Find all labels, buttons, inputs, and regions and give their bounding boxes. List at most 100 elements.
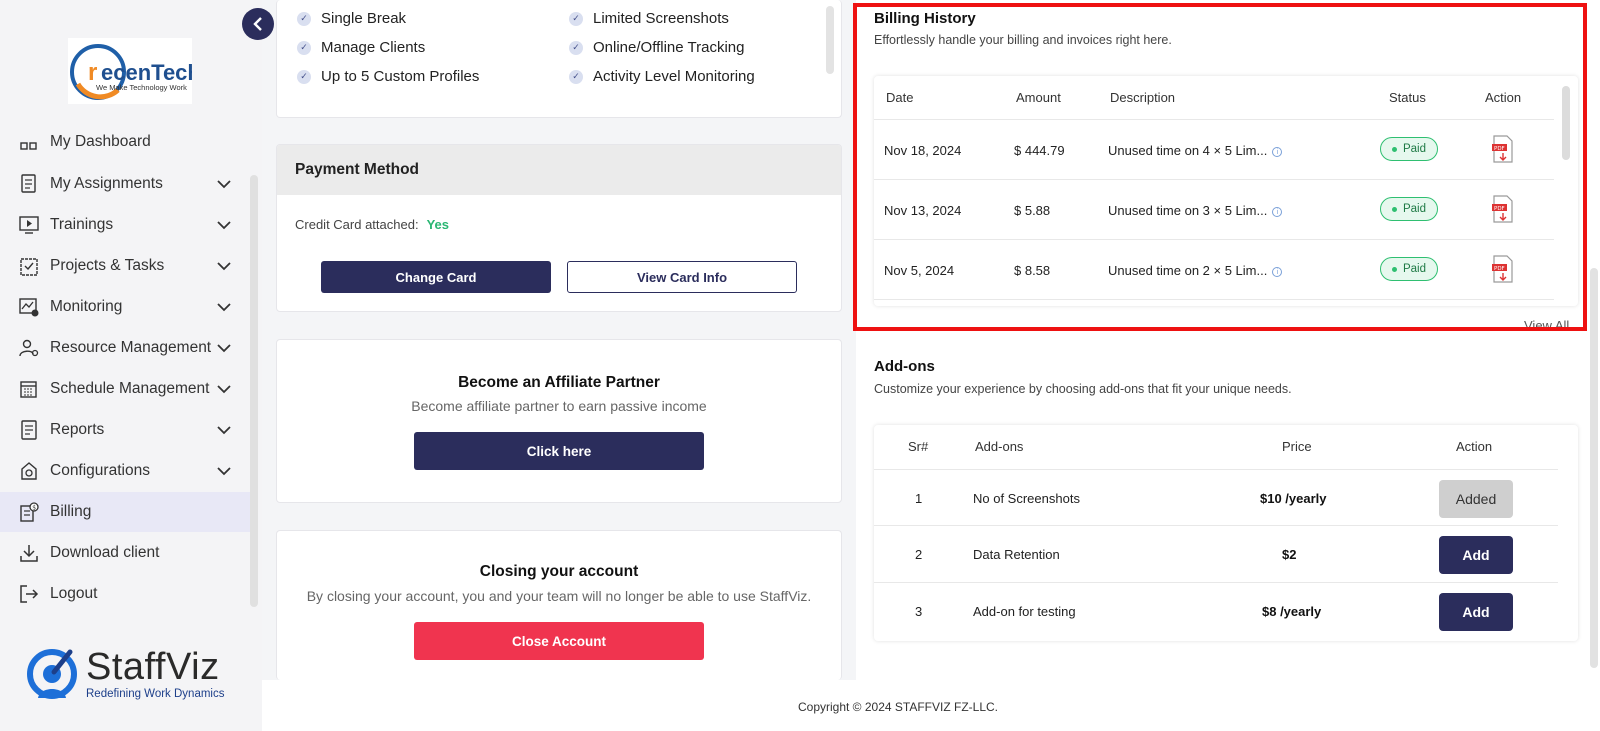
page-scrollbar[interactable] — [1590, 268, 1598, 668]
check-icon: ✓ — [297, 11, 311, 26]
column-header: Add-ons — [975, 439, 1024, 454]
billing-table-scrollbar[interactable] — [1562, 86, 1570, 160]
billing-history-subtitle: Effortlessly handle your billing and inv… — [874, 33, 1172, 47]
svg-text:r: r — [88, 59, 97, 86]
feature-item: ✓ Activity Level Monitoring — [569, 68, 755, 85]
cc-value: Yes — [426, 217, 449, 232]
billing-date: Nov 5, 2024 — [884, 263, 955, 278]
billing-description: Unused time on 4 × 5 Lim... i — [1108, 143, 1283, 158]
sidebar-item-reports[interactable]: Reports — [0, 410, 250, 450]
chevron-down-icon — [214, 302, 234, 312]
check-icon: ✓ — [297, 69, 311, 84]
view-card-info-button[interactable]: View Card Info — [567, 261, 797, 293]
config-icon — [18, 460, 40, 482]
info-icon[interactable]: i — [1272, 206, 1283, 217]
addon-price: $10 /yearly — [1260, 491, 1327, 506]
addons-subtitle: Customize your experience by choosing ad… — [874, 382, 1292, 396]
addon-sr: 3 — [915, 604, 923, 619]
svg-text:PDF: PDF — [1494, 206, 1505, 212]
billing-history-title: Billing History — [874, 10, 976, 27]
affiliate-title: Become an Affiliate Partner — [458, 374, 660, 391]
info-icon[interactable]: i — [1272, 146, 1283, 157]
right-panel: Billing History Effortlessly handle your… — [856, 0, 1600, 680]
logout-icon — [18, 583, 40, 605]
credit-card-status: Credit Card attached: Yes — [295, 217, 449, 232]
copyright-text: Copyright © 2024 STAFFVIZ FZ-LLC. — [797, 700, 998, 714]
info-icon[interactable]: i — [1272, 266, 1283, 277]
pdf-download-icon[interactable]: PDF — [1491, 135, 1515, 163]
sidebar-item-label: Monitoring — [50, 298, 123, 315]
sidebar-item-billing[interactable]: $ Billing — [0, 492, 250, 532]
chevron-down-icon — [214, 220, 234, 230]
sidebar-item-download-client[interactable]: Download client — [0, 533, 250, 573]
addons-title: Add-ons — [874, 358, 935, 375]
staffviz-brand-name: StaffViz — [86, 646, 220, 688]
sidebar-item-projects-tasks[interactable]: Projects & Tasks — [0, 246, 250, 286]
billing-description: Unused time on 3 × 5 Lim... i — [1108, 203, 1283, 218]
sidebar-item-my-assignments[interactable]: My Assignments — [0, 164, 250, 204]
description-text: Unused time on 4 × 5 Lim... — [1108, 143, 1268, 158]
sidebar-item-logout[interactable]: Logout — [0, 574, 250, 614]
sidebar-item-label: My Assignments — [50, 175, 163, 192]
sidebar-item-label: My Dashboard — [50, 133, 151, 150]
close-account-button[interactable]: Close Account — [414, 622, 704, 660]
status-text: Paid — [1402, 263, 1427, 275]
sidebar-item-trainings[interactable]: Trainings — [0, 205, 250, 245]
status-dot — [1391, 146, 1397, 152]
affiliate-click-here-button[interactable]: Click here — [414, 432, 704, 470]
check-icon: ✓ — [569, 69, 583, 84]
sidebar-scrollbar[interactable] — [250, 175, 258, 607]
pdf-download-icon[interactable]: PDF — [1491, 255, 1515, 283]
billing-history-table: Date Amount Description Status Action No… — [874, 76, 1578, 306]
feature-label: Single Break — [321, 10, 407, 27]
clipboard-icon — [18, 255, 40, 277]
column-header: Action — [1456, 439, 1493, 454]
column-header: Sr# — [908, 439, 929, 454]
change-card-button[interactable]: Change Card — [321, 261, 551, 293]
payment-method-card: Payment Method Credit Card attached: Yes … — [276, 144, 842, 312]
pdf-download-icon[interactable]: PDF — [1491, 195, 1515, 223]
sidebar-item-configurations[interactable]: Configurations — [0, 451, 250, 491]
feature-label: Manage Clients — [321, 39, 426, 56]
status-badge: Paid — [1380, 197, 1438, 221]
feature-label: Up to 5 Custom Profiles — [321, 68, 480, 85]
feature-item: ✓ Manage Clients — [297, 39, 425, 56]
cc-label: Credit Card attached: — [295, 217, 419, 232]
svg-text:We Make Technology Work: We Make Technology Work — [96, 83, 187, 92]
download-icon — [18, 542, 40, 564]
sidebar-item-monitoring[interactable]: Monitoring — [0, 287, 250, 327]
assignments-icon — [18, 173, 40, 195]
addon-add-button[interactable]: Add — [1439, 593, 1513, 631]
sidebar-item-label: Trainings — [50, 216, 114, 233]
status-badge: Paid — [1380, 137, 1438, 161]
features-scrollbar[interactable] — [826, 6, 834, 74]
billing-amount: $ 444.79 — [1014, 143, 1065, 158]
column-header: Description — [1110, 90, 1176, 105]
billing-amount: $ 5.88 — [1014, 203, 1051, 218]
sidebar-item-schedule-management[interactable]: Schedule Management — [0, 369, 250, 409]
staffviz-tagline: Redefining Work Dynamics — [86, 688, 225, 700]
plan-features-card: ✓ Single Break ✓ Manage Clients ✓ Up to 5 C… — [276, 0, 842, 118]
closing-subtitle: By closing your account, you and your te… — [306, 588, 812, 604]
sidebar-collapse-button[interactable] — [242, 8, 274, 40]
close-account-card: Closing your account By closing your acc… — [276, 530, 842, 680]
feature-item: ✓ Online/Offline Tracking — [569, 39, 744, 56]
feature-item: ✓ Up to 5 Custom Profiles — [297, 68, 479, 85]
addon-add-button[interactable]: Add — [1439, 536, 1513, 574]
addon-name: Data Retention — [973, 547, 1060, 562]
row-divider — [874, 582, 1558, 583]
row-divider — [874, 119, 1554, 120]
resource-icon — [18, 337, 40, 359]
svg-text:$: $ — [32, 505, 36, 512]
column-header: Date — [886, 90, 914, 105]
view-all-link[interactable]: View All — [1524, 318, 1569, 333]
addon-added-button[interactable]: Added — [1439, 480, 1513, 518]
row-divider — [874, 179, 1554, 180]
chevron-down-icon — [214, 384, 234, 394]
column-header: Status — [1389, 90, 1426, 105]
staffviz-mark-icon — [27, 649, 77, 699]
check-icon: ✓ — [297, 40, 311, 55]
sidebar-item-resource-management[interactable]: Resource Management — [0, 328, 250, 368]
sidebar-item-my-dashboard[interactable]: My Dashboard — [0, 130, 250, 162]
monitoring-icon — [18, 296, 40, 318]
